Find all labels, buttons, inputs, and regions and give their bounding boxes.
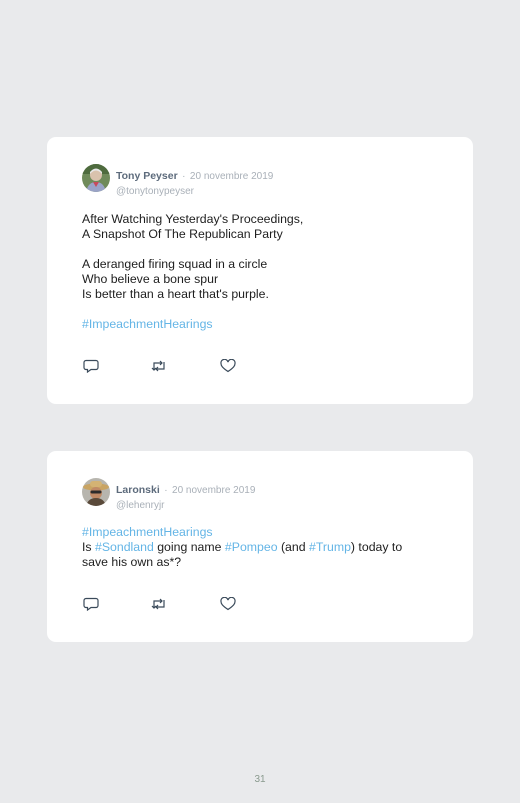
tweet-paragraph: A deranged firing squad in a circle Who … (82, 257, 452, 303)
tweet-line: After Watching Yesterday's Proceedings, (82, 212, 304, 226)
reply-icon[interactable] (83, 597, 99, 616)
tweet-meta: Tony Peyser · 20 novembre 2019 @tonytony… (116, 166, 273, 197)
tweet-text: #ImpeachmentHearings Is #Sondland going … (82, 525, 452, 571)
tweet-line: A Snapshot Of The Republican Party (82, 227, 283, 242)
separator: · (182, 171, 186, 182)
tweet-paragraph: After Watching Yesterday's Proceedings, … (82, 212, 452, 242)
like-icon[interactable] (220, 358, 236, 378)
hashtag-link[interactable]: #ImpeachmentHearings (82, 317, 452, 332)
hashtag-link[interactable]: #Trump (309, 540, 351, 554)
hashtag-link[interactable]: #Sondland (95, 540, 154, 554)
hashtag-link[interactable]: #Pompeo (225, 540, 278, 554)
hashtag-link[interactable]: #ImpeachmentHearings (82, 525, 452, 540)
text-fragment: going name (153, 540, 225, 555)
tweet-date[interactable]: 20 novembre 2019 (190, 171, 273, 182)
avatar[interactable] (82, 164, 110, 192)
retweet-icon[interactable] (150, 359, 168, 378)
tweet-card: Tony Peyser · 20 novembre 2019 @tonytony… (47, 137, 473, 404)
avatar[interactable] (82, 478, 110, 506)
retweet-icon[interactable] (150, 597, 168, 616)
tweet-paragraph: #ImpeachmentHearings (82, 317, 452, 332)
author-handle[interactable]: @lehenryjr (116, 500, 255, 511)
author-name[interactable]: Laronski (116, 484, 160, 496)
page-number: 31 (254, 774, 266, 785)
tweet-line: A deranged firing squad in a circle (82, 256, 268, 271)
text-fragment: (and (277, 540, 309, 555)
text-fragment: Is (82, 540, 95, 555)
author-name[interactable]: Tony Peyser (116, 170, 178, 182)
tweet-line: Is better than a heart that's purple. (82, 287, 269, 302)
author-handle[interactable]: @tonytonypeyser (116, 186, 273, 197)
tweet-line: save his own as*? (82, 555, 182, 570)
text-fragment: ) today to (350, 540, 403, 555)
tweet-text: After Watching Yesterday's Proceedings, … (82, 212, 452, 347)
tweet-card: Laronski · 20 novembre 2019 @lehenryjr #… (47, 451, 473, 642)
tweet-date[interactable]: 20 novembre 2019 (172, 485, 255, 496)
tweet-line: Who believe a bone spur (82, 272, 219, 287)
reply-icon[interactable] (83, 359, 99, 378)
separator: · (164, 485, 168, 496)
like-icon[interactable] (220, 596, 236, 616)
tweet-meta: Laronski · 20 novembre 2019 @lehenryjr (116, 480, 255, 511)
tweet-line: Is #Sondland going name #Pompeo (and #Tr… (82, 540, 452, 555)
